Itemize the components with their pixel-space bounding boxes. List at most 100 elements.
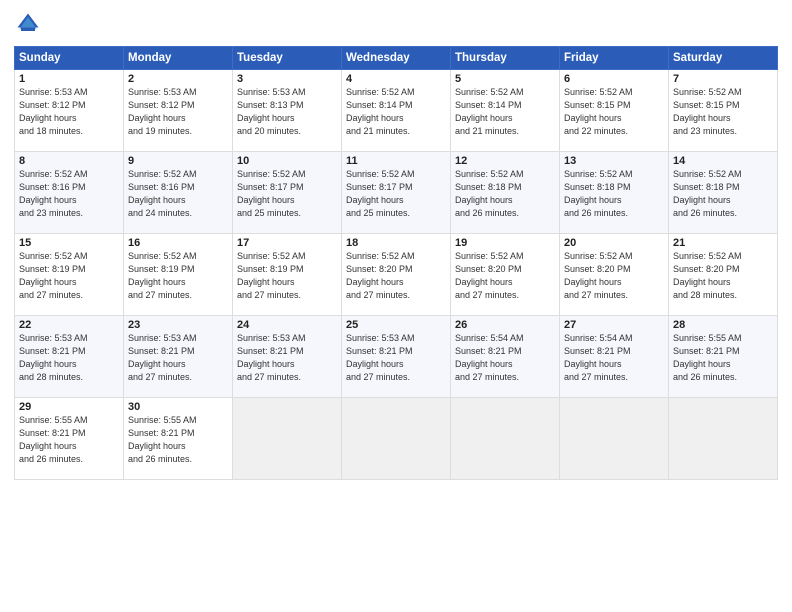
day-info: Sunrise: 5:52 AM Sunset: 8:20 PM Dayligh… bbox=[673, 250, 773, 302]
weekday-header-cell: Monday bbox=[124, 47, 233, 70]
calendar-page: SundayMondayTuesdayWednesdayThursdayFrid… bbox=[0, 0, 792, 612]
calendar-week-row: 29 Sunrise: 5:55 AM Sunset: 8:21 PM Dayl… bbox=[15, 398, 778, 480]
day-info: Sunrise: 5:52 AM Sunset: 8:17 PM Dayligh… bbox=[346, 168, 446, 220]
day-number: 20 bbox=[564, 237, 664, 249]
day-info: Sunrise: 5:52 AM Sunset: 8:19 PM Dayligh… bbox=[128, 250, 228, 302]
calendar-day-cell: 27 Sunrise: 5:54 AM Sunset: 8:21 PM Dayl… bbox=[560, 316, 669, 398]
day-number: 28 bbox=[673, 319, 773, 331]
calendar-table: SundayMondayTuesdayWednesdayThursdayFrid… bbox=[14, 46, 778, 480]
day-number: 16 bbox=[128, 237, 228, 249]
day-number: 24 bbox=[237, 319, 337, 331]
weekday-header-row: SundayMondayTuesdayWednesdayThursdayFrid… bbox=[15, 47, 778, 70]
day-info: Sunrise: 5:55 AM Sunset: 8:21 PM Dayligh… bbox=[673, 332, 773, 384]
calendar-day-cell: 4 Sunrise: 5:52 AM Sunset: 8:14 PM Dayli… bbox=[342, 70, 451, 152]
weekday-header-cell: Wednesday bbox=[342, 47, 451, 70]
calendar-day-cell: 22 Sunrise: 5:53 AM Sunset: 8:21 PM Dayl… bbox=[15, 316, 124, 398]
calendar-day-cell: 9 Sunrise: 5:52 AM Sunset: 8:16 PM Dayli… bbox=[124, 152, 233, 234]
day-info: Sunrise: 5:52 AM Sunset: 8:14 PM Dayligh… bbox=[346, 86, 446, 138]
day-number: 15 bbox=[19, 237, 119, 249]
day-info: Sunrise: 5:52 AM Sunset: 8:15 PM Dayligh… bbox=[673, 86, 773, 138]
day-info: Sunrise: 5:52 AM Sunset: 8:16 PM Dayligh… bbox=[19, 168, 119, 220]
calendar-day-cell bbox=[233, 398, 342, 480]
day-number: 13 bbox=[564, 155, 664, 167]
calendar-day-cell: 1 Sunrise: 5:53 AM Sunset: 8:12 PM Dayli… bbox=[15, 70, 124, 152]
day-number: 17 bbox=[237, 237, 337, 249]
weekday-header-cell: Tuesday bbox=[233, 47, 342, 70]
calendar-day-cell: 5 Sunrise: 5:52 AM Sunset: 8:14 PM Dayli… bbox=[451, 70, 560, 152]
calendar-day-cell: 28 Sunrise: 5:55 AM Sunset: 8:21 PM Dayl… bbox=[669, 316, 778, 398]
calendar-week-row: 22 Sunrise: 5:53 AM Sunset: 8:21 PM Dayl… bbox=[15, 316, 778, 398]
day-number: 29 bbox=[19, 401, 119, 413]
calendar-day-cell: 23 Sunrise: 5:53 AM Sunset: 8:21 PM Dayl… bbox=[124, 316, 233, 398]
calendar-day-cell: 6 Sunrise: 5:52 AM Sunset: 8:15 PM Dayli… bbox=[560, 70, 669, 152]
day-number: 27 bbox=[564, 319, 664, 331]
calendar-week-row: 8 Sunrise: 5:52 AM Sunset: 8:16 PM Dayli… bbox=[15, 152, 778, 234]
day-info: Sunrise: 5:52 AM Sunset: 8:15 PM Dayligh… bbox=[564, 86, 664, 138]
day-number: 7 bbox=[673, 73, 773, 85]
day-info: Sunrise: 5:52 AM Sunset: 8:18 PM Dayligh… bbox=[564, 168, 664, 220]
calendar-week-row: 1 Sunrise: 5:53 AM Sunset: 8:12 PM Dayli… bbox=[15, 70, 778, 152]
calendar-day-cell: 18 Sunrise: 5:52 AM Sunset: 8:20 PM Dayl… bbox=[342, 234, 451, 316]
day-info: Sunrise: 5:52 AM Sunset: 8:20 PM Dayligh… bbox=[455, 250, 555, 302]
day-info: Sunrise: 5:52 AM Sunset: 8:17 PM Dayligh… bbox=[237, 168, 337, 220]
logo-icon bbox=[14, 10, 42, 38]
logo bbox=[14, 10, 46, 38]
page-header bbox=[14, 10, 778, 38]
day-info: Sunrise: 5:53 AM Sunset: 8:21 PM Dayligh… bbox=[19, 332, 119, 384]
day-number: 12 bbox=[455, 155, 555, 167]
day-info: Sunrise: 5:52 AM Sunset: 8:18 PM Dayligh… bbox=[673, 168, 773, 220]
day-number: 1 bbox=[19, 73, 119, 85]
day-info: Sunrise: 5:55 AM Sunset: 8:21 PM Dayligh… bbox=[19, 414, 119, 466]
day-info: Sunrise: 5:52 AM Sunset: 8:19 PM Dayligh… bbox=[19, 250, 119, 302]
day-info: Sunrise: 5:52 AM Sunset: 8:18 PM Dayligh… bbox=[455, 168, 555, 220]
day-number: 14 bbox=[673, 155, 773, 167]
calendar-day-cell: 8 Sunrise: 5:52 AM Sunset: 8:16 PM Dayli… bbox=[15, 152, 124, 234]
day-number: 11 bbox=[346, 155, 446, 167]
calendar-day-cell: 15 Sunrise: 5:52 AM Sunset: 8:19 PM Dayl… bbox=[15, 234, 124, 316]
calendar-body: 1 Sunrise: 5:53 AM Sunset: 8:12 PM Dayli… bbox=[15, 70, 778, 480]
calendar-day-cell: 14 Sunrise: 5:52 AM Sunset: 8:18 PM Dayl… bbox=[669, 152, 778, 234]
day-info: Sunrise: 5:54 AM Sunset: 8:21 PM Dayligh… bbox=[564, 332, 664, 384]
calendar-day-cell: 3 Sunrise: 5:53 AM Sunset: 8:13 PM Dayli… bbox=[233, 70, 342, 152]
day-number: 8 bbox=[19, 155, 119, 167]
day-number: 2 bbox=[128, 73, 228, 85]
day-info: Sunrise: 5:52 AM Sunset: 8:20 PM Dayligh… bbox=[346, 250, 446, 302]
day-number: 19 bbox=[455, 237, 555, 249]
calendar-day-cell: 2 Sunrise: 5:53 AM Sunset: 8:12 PM Dayli… bbox=[124, 70, 233, 152]
day-info: Sunrise: 5:53 AM Sunset: 8:12 PM Dayligh… bbox=[128, 86, 228, 138]
calendar-day-cell: 21 Sunrise: 5:52 AM Sunset: 8:20 PM Dayl… bbox=[669, 234, 778, 316]
calendar-day-cell: 20 Sunrise: 5:52 AM Sunset: 8:20 PM Dayl… bbox=[560, 234, 669, 316]
weekday-header-cell: Thursday bbox=[451, 47, 560, 70]
day-number: 25 bbox=[346, 319, 446, 331]
day-number: 18 bbox=[346, 237, 446, 249]
day-number: 21 bbox=[673, 237, 773, 249]
weekday-header-cell: Friday bbox=[560, 47, 669, 70]
day-number: 6 bbox=[564, 73, 664, 85]
calendar-day-cell: 24 Sunrise: 5:53 AM Sunset: 8:21 PM Dayl… bbox=[233, 316, 342, 398]
calendar-day-cell: 12 Sunrise: 5:52 AM Sunset: 8:18 PM Dayl… bbox=[451, 152, 560, 234]
day-info: Sunrise: 5:53 AM Sunset: 8:21 PM Dayligh… bbox=[237, 332, 337, 384]
day-info: Sunrise: 5:53 AM Sunset: 8:21 PM Dayligh… bbox=[346, 332, 446, 384]
weekday-header-cell: Saturday bbox=[669, 47, 778, 70]
day-info: Sunrise: 5:53 AM Sunset: 8:21 PM Dayligh… bbox=[128, 332, 228, 384]
calendar-day-cell: 25 Sunrise: 5:53 AM Sunset: 8:21 PM Dayl… bbox=[342, 316, 451, 398]
calendar-week-row: 15 Sunrise: 5:52 AM Sunset: 8:19 PM Dayl… bbox=[15, 234, 778, 316]
calendar-day-cell: 11 Sunrise: 5:52 AM Sunset: 8:17 PM Dayl… bbox=[342, 152, 451, 234]
day-number: 9 bbox=[128, 155, 228, 167]
calendar-day-cell bbox=[342, 398, 451, 480]
calendar-day-cell bbox=[560, 398, 669, 480]
day-info: Sunrise: 5:53 AM Sunset: 8:13 PM Dayligh… bbox=[237, 86, 337, 138]
day-number: 5 bbox=[455, 73, 555, 85]
day-info: Sunrise: 5:55 AM Sunset: 8:21 PM Dayligh… bbox=[128, 414, 228, 466]
day-number: 4 bbox=[346, 73, 446, 85]
day-info: Sunrise: 5:52 AM Sunset: 8:16 PM Dayligh… bbox=[128, 168, 228, 220]
calendar-day-cell: 29 Sunrise: 5:55 AM Sunset: 8:21 PM Dayl… bbox=[15, 398, 124, 480]
day-info: Sunrise: 5:52 AM Sunset: 8:20 PM Dayligh… bbox=[564, 250, 664, 302]
calendar-day-cell: 30 Sunrise: 5:55 AM Sunset: 8:21 PM Dayl… bbox=[124, 398, 233, 480]
weekday-header-cell: Sunday bbox=[15, 47, 124, 70]
day-info: Sunrise: 5:53 AM Sunset: 8:12 PM Dayligh… bbox=[19, 86, 119, 138]
day-number: 23 bbox=[128, 319, 228, 331]
calendar-day-cell: 13 Sunrise: 5:52 AM Sunset: 8:18 PM Dayl… bbox=[560, 152, 669, 234]
calendar-day-cell: 7 Sunrise: 5:52 AM Sunset: 8:15 PM Dayli… bbox=[669, 70, 778, 152]
calendar-day-cell: 10 Sunrise: 5:52 AM Sunset: 8:17 PM Dayl… bbox=[233, 152, 342, 234]
